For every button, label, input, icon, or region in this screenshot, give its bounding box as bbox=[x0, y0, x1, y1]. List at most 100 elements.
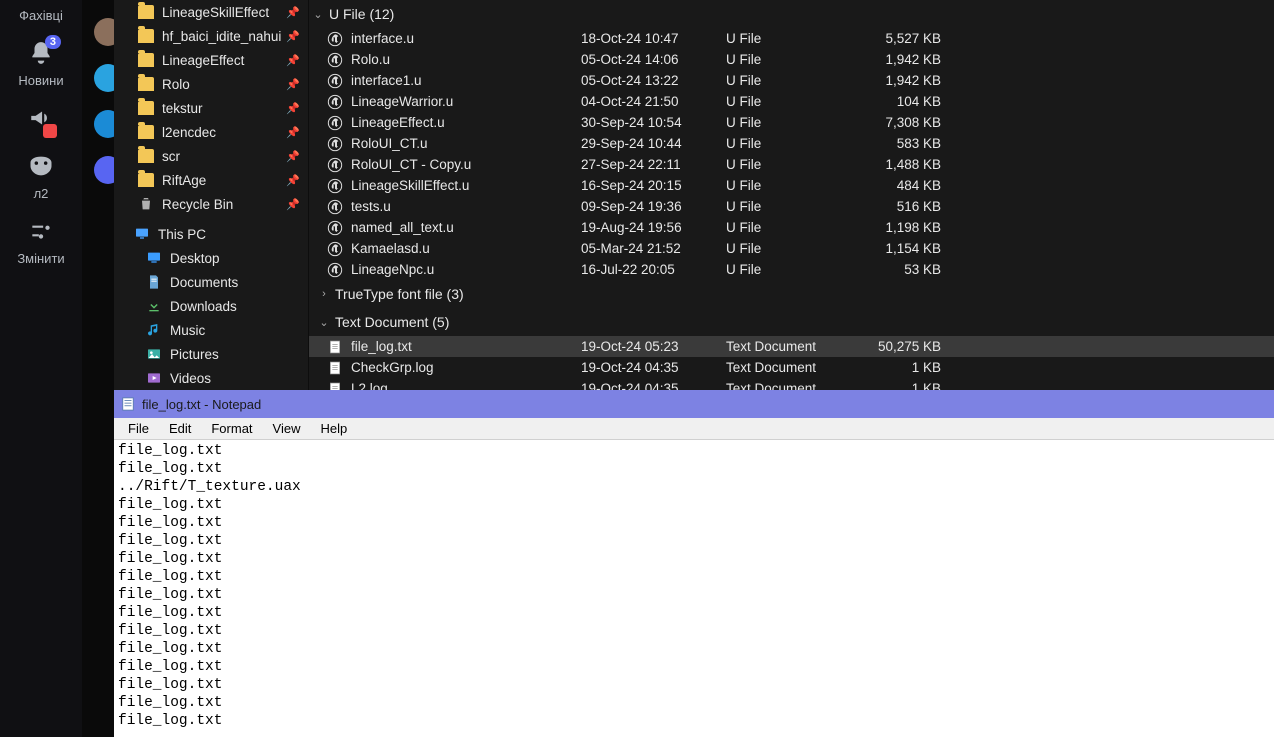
pinned-folder[interactable]: LineageSkillEffect📌 bbox=[114, 0, 308, 24]
file-name: RoloUI_CT.u bbox=[351, 136, 581, 151]
file-row[interactable]: LineageSkillEffect.u16-Sep-24 20:15U Fil… bbox=[309, 175, 1274, 196]
file-row[interactable]: interface1.u05-Oct-24 13:22U File1,942 K… bbox=[309, 70, 1274, 91]
group-header-txt[interactable]: ⌄ Text Document (5) bbox=[309, 308, 1274, 336]
file-date: 05-Oct-24 13:22 bbox=[581, 73, 726, 88]
file-row[interactable]: CheckGrp.log19-Oct-24 04:35Text Document… bbox=[309, 357, 1274, 378]
file-size: 516 KB bbox=[856, 199, 941, 214]
file-row[interactable]: LineageNpc.u16-Jul-22 20:05U File53 KB bbox=[309, 259, 1274, 280]
pinned-folder[interactable]: Rolo📌 bbox=[114, 72, 308, 96]
file-size: 1 KB bbox=[856, 381, 941, 390]
notepad-menubar: File Edit Format View Help bbox=[114, 418, 1274, 440]
this-pc-child[interactable]: Desktop bbox=[114, 246, 308, 270]
file-size: 1,198 KB bbox=[856, 220, 941, 235]
this-pc-child[interactable]: Music bbox=[114, 318, 308, 342]
file-date: 04-Oct-24 21:50 bbox=[581, 94, 726, 109]
file-icon bbox=[327, 157, 343, 173]
file-type: U File bbox=[726, 136, 856, 151]
pinned-folder[interactable]: hf_baici_idite_nahui📌 bbox=[114, 24, 308, 48]
group-header-ttf[interactable]: › TrueType font file (3) bbox=[309, 280, 1274, 308]
this-pc-node[interactable]: This PC bbox=[114, 222, 308, 246]
group-header-ufile[interactable]: ⌄ U File (12) bbox=[309, 0, 1274, 28]
file-icon bbox=[327, 381, 343, 391]
file-name: file_log.txt bbox=[351, 339, 581, 354]
file-icon bbox=[327, 52, 343, 68]
file-name: Kamaelasd.u bbox=[351, 241, 581, 256]
notepad-text-area[interactable]: file_log.txt file_log.txt ../Rift/T_text… bbox=[114, 440, 1274, 737]
this-pc-child[interactable]: Documents bbox=[114, 270, 308, 294]
group-title: TrueType font file (3) bbox=[335, 286, 464, 302]
discord-rail-l2[interactable]: л2 bbox=[23, 148, 59, 201]
discord-rail-settings[interactable]: Змінити bbox=[17, 213, 64, 266]
file-row[interactable]: file_log.txt19-Oct-24 05:23Text Document… bbox=[309, 336, 1274, 357]
folder-label: RiftAge bbox=[162, 173, 206, 188]
file-icon bbox=[327, 339, 343, 355]
menu-help[interactable]: Help bbox=[310, 419, 357, 438]
file-explorer-window: LineageSkillEffect📌hf_baici_idite_nahui📌… bbox=[114, 0, 1274, 390]
file-name: CheckGrp.log bbox=[351, 360, 581, 375]
file-name: Rolo.u bbox=[351, 52, 581, 67]
this-pc-child[interactable]: Pictures bbox=[114, 342, 308, 366]
file-date: 19-Aug-24 19:56 bbox=[581, 220, 726, 235]
file-name: interface1.u bbox=[351, 73, 581, 88]
menu-format[interactable]: Format bbox=[201, 419, 262, 438]
pinned-folder[interactable]: tekstur📌 bbox=[114, 96, 308, 120]
discord-rail-news[interactable]: 3 Новини bbox=[18, 35, 63, 88]
file-icon bbox=[327, 115, 343, 131]
pin-icon: 📌 bbox=[286, 6, 300, 19]
folder-label: l2encdec bbox=[162, 125, 216, 140]
pin-icon: 📌 bbox=[286, 198, 300, 211]
group-title: U File (12) bbox=[329, 6, 394, 22]
file-size: 583 KB bbox=[856, 136, 941, 151]
this-pc-child[interactable]: Downloads bbox=[114, 294, 308, 318]
discord-rail-specialists[interactable]: Фахівці bbox=[19, 6, 63, 23]
file-date: 18-Oct-24 10:47 bbox=[581, 31, 726, 46]
file-size: 104 KB bbox=[856, 94, 941, 109]
folder-label: tekstur bbox=[162, 101, 203, 116]
menu-file[interactable]: File bbox=[118, 419, 159, 438]
pinned-folder[interactable]: RiftAge📌 bbox=[114, 168, 308, 192]
file-row[interactable]: RoloUI_CT - Copy.u27-Sep-24 22:11U File1… bbox=[309, 154, 1274, 175]
menu-view[interactable]: View bbox=[263, 419, 311, 438]
file-type: U File bbox=[726, 262, 856, 277]
folder-label: LineageEffect bbox=[162, 53, 244, 68]
file-row[interactable]: tests.u09-Sep-24 19:36U File516 KB bbox=[309, 196, 1274, 217]
file-row[interactable]: named_all_text.u19-Aug-24 19:56U File1,1… bbox=[309, 217, 1274, 238]
chevron-down-icon: ⌄ bbox=[311, 8, 325, 21]
file-type: U File bbox=[726, 73, 856, 88]
pinned-folder[interactable]: scr📌 bbox=[114, 144, 308, 168]
file-type: U File bbox=[726, 52, 856, 67]
file-icon bbox=[327, 94, 343, 110]
file-row[interactable]: interface.u18-Oct-24 10:47U File5,527 KB bbox=[309, 28, 1274, 49]
chevron-down-icon: ⌄ bbox=[317, 316, 331, 329]
pinned-folder[interactable]: l2encdec📌 bbox=[114, 120, 308, 144]
file-name: LineageEffect.u bbox=[351, 115, 581, 130]
pin-icon: 📌 bbox=[286, 54, 300, 67]
folder-icon bbox=[138, 5, 154, 19]
menu-edit[interactable]: Edit bbox=[159, 419, 201, 438]
folder-icon bbox=[138, 101, 154, 115]
file-row[interactable]: Kamaelasd.u05-Mar-24 21:52U File1,154 KB bbox=[309, 238, 1274, 259]
file-icon bbox=[327, 31, 343, 47]
node-label: Videos bbox=[170, 371, 211, 386]
file-row[interactable]: LineageEffect.u30-Sep-24 10:54U File7,30… bbox=[309, 112, 1274, 133]
this-pc-child[interactable]: Videos bbox=[114, 366, 308, 390]
pinned-folder[interactable]: Recycle Bin📌 bbox=[114, 192, 308, 216]
file-size: 50,275 KB bbox=[856, 339, 941, 354]
rail-label: Фахівці bbox=[19, 8, 63, 23]
file-size: 5,527 KB bbox=[856, 31, 941, 46]
discord-rail-megaphone[interactable] bbox=[23, 100, 59, 136]
file-size: 1,942 KB bbox=[856, 73, 941, 88]
file-date: 05-Mar-24 21:52 bbox=[581, 241, 726, 256]
notepad-icon bbox=[120, 396, 136, 412]
file-row[interactable]: LineageWarrior.u04-Oct-24 21:50U File104… bbox=[309, 91, 1274, 112]
pin-icon: 📌 bbox=[286, 30, 300, 43]
pinned-folder[interactable]: LineageEffect 📌 bbox=[114, 48, 308, 72]
folder-label: Rolo bbox=[162, 77, 190, 92]
file-row[interactable]: L2.log19-Oct-24 04:35Text Document1 KB bbox=[309, 378, 1274, 390]
file-size: 1,488 KB bbox=[856, 157, 941, 172]
notepad-titlebar[interactable]: file_log.txt - Notepad bbox=[114, 390, 1274, 418]
file-row[interactable]: RoloUI_CT.u29-Sep-24 10:44U File583 KB bbox=[309, 133, 1274, 154]
bell-icon: 3 bbox=[23, 35, 59, 71]
file-row[interactable]: Rolo.u05-Oct-24 14:06U File1,942 KB bbox=[309, 49, 1274, 70]
file-date: 29-Sep-24 10:44 bbox=[581, 136, 726, 151]
